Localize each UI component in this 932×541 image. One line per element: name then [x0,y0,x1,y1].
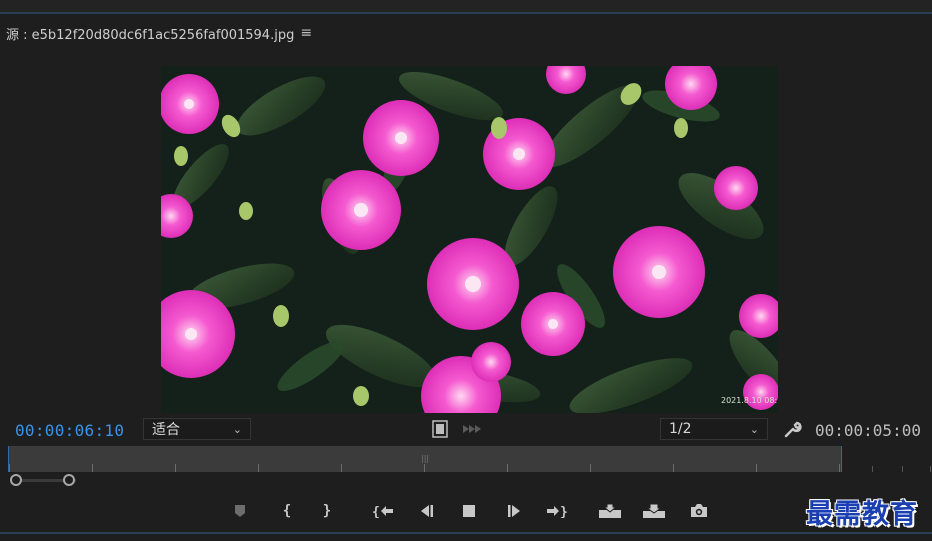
top-bar [0,0,932,14]
overwrite-button[interactable] [641,500,667,522]
mark-out-icon: } [322,503,332,519]
panel-title[interactable]: 源 : e5b12f20d80dc6f1ac5256faf001594.jpg [6,24,294,43]
timeline-grip-icon[interactable]: ||| [421,454,429,463]
ruler-tick [9,464,10,472]
stop-icon [463,505,475,517]
zoom-level-value: 适合 [152,422,180,438]
ruler-tick [92,464,93,472]
image-timestamp: 2021.8.10 08:10 [721,396,778,405]
duration-timecode[interactable]: 00:00:05:00 [815,421,921,440]
ruler-tick [258,464,259,472]
ruler-tick [507,464,508,472]
watermark-logo: 最需教育 [806,499,918,530]
go-to-in-button[interactable]: { [370,500,396,522]
playback-resolution-value: 1/2 [669,421,692,437]
mark-in-icon: { [282,503,292,519]
camera-icon [691,504,707,517]
step-forward-icon [508,505,520,517]
add-marker-button[interactable] [227,500,253,522]
mark-out-button[interactable]: } [314,500,340,522]
ruler-tick [872,466,873,472]
ruler-tick [590,464,591,472]
stop-button[interactable] [456,500,482,522]
zoom-handle-start[interactable] [10,474,22,486]
chevron-down-icon: ⌄ [749,422,759,436]
timeline-ruler[interactable]: ||| [8,446,842,472]
ruler-tick [424,464,425,472]
overwrite-icon [643,503,665,518]
export-frame-button[interactable] [686,500,712,522]
zoom-handle-end[interactable] [63,474,75,486]
svg-text:{: { [372,505,380,518]
source-viewer[interactable]: 2021.8.10 08:10 [161,66,778,413]
viewer-controls: 00:00:06:10 适合 ⌄ 1/2 ⌄ 00:00:05:00 [0,418,932,442]
zoom-level-select[interactable]: 适合 ⌄ [143,418,251,440]
flower-image: 2021.8.10 08:10 [161,66,778,413]
film-icon[interactable] [432,420,448,438]
ruler-tick [756,464,757,472]
fast-forward-icon[interactable] [462,423,482,435]
step-forward-button[interactable] [502,500,528,522]
transport-controls: { } { } [0,500,932,524]
ruler-tick [341,464,342,472]
zoom-scrollbar[interactable] [8,474,932,486]
step-back-icon [421,505,433,517]
panel-menu-icon[interactable]: ≡ [300,25,312,41]
timeline-ruler-extension [842,466,932,472]
ruler-tick [930,466,931,472]
insert-button[interactable] [597,500,623,522]
insert-icon [599,503,621,518]
step-back-button[interactable] [413,500,439,522]
bottom-border [0,532,932,534]
wrench-icon[interactable] [784,420,802,438]
go-to-out-button[interactable]: } [544,500,570,522]
panel-header: 源 : e5b12f20d80dc6f1ac5256faf001594.jpg … [0,20,932,46]
chevron-down-icon: ⌄ [232,422,242,436]
go-to-out-icon: } [547,505,568,518]
playhead-timecode[interactable]: 00:00:06:10 [15,421,124,440]
mark-in-button[interactable]: { [274,500,300,522]
ruler-tick [839,464,840,472]
ruler-tick [673,464,674,472]
playback-resolution-select[interactable]: 1/2 ⌄ [660,418,768,440]
go-to-in-icon: { [372,505,393,518]
marker-icon [235,505,245,517]
svg-text:}: } [560,505,568,518]
ruler-tick [902,466,903,472]
ruler-tick [175,464,176,472]
